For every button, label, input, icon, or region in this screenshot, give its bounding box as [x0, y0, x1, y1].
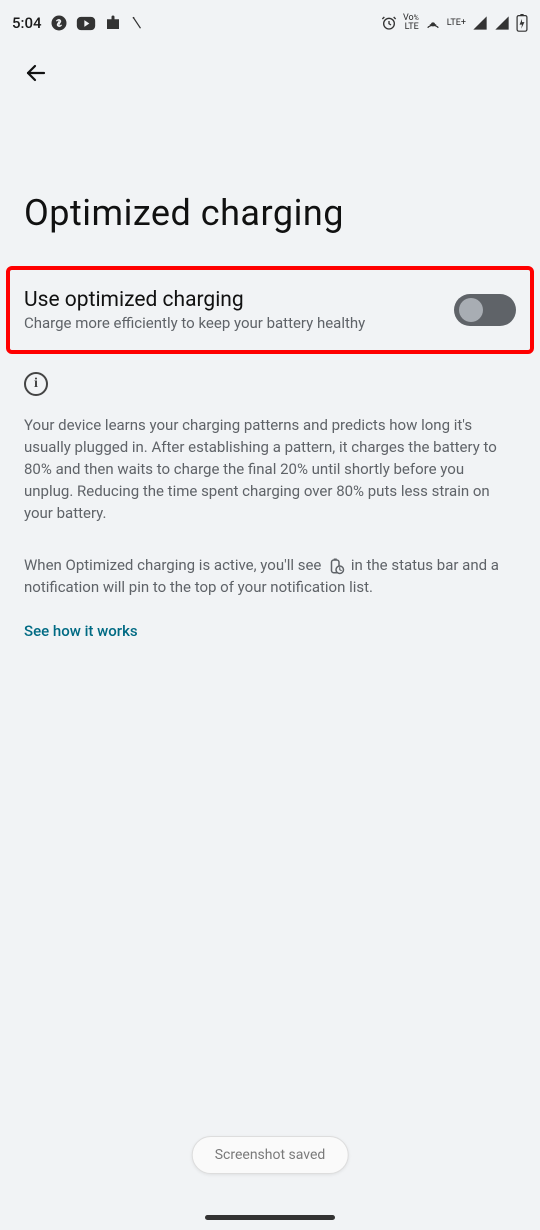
- info-paragraph-1: Your device learns your charging pattern…: [0, 402, 540, 524]
- slash-icon: [130, 16, 144, 30]
- signal-icon-2: [494, 15, 510, 31]
- switch-thumb: [459, 298, 483, 322]
- arrow-back-icon: [24, 61, 48, 88]
- back-button[interactable]: [16, 53, 56, 96]
- info-icon: i: [24, 372, 48, 396]
- shazam-icon: [50, 14, 68, 32]
- toggle-title: Use optimized charging: [24, 288, 365, 312]
- toolbar: [0, 46, 540, 102]
- status-right-group: Vo%LTE LTE+: [381, 14, 528, 32]
- alarm-icon: [381, 15, 397, 31]
- see-how-it-works-link[interactable]: See how it works: [0, 598, 540, 664]
- signal-icon-1: [472, 15, 488, 31]
- screenshot-saved-toast: Screenshot saved: [192, 1136, 349, 1174]
- status-left-group: 5:04: [12, 14, 144, 32]
- highlight-box: Use optimized charging Charge more effic…: [6, 266, 534, 354]
- puzzle-icon: [104, 14, 122, 32]
- status-time: 5:04: [12, 14, 42, 32]
- optimized-charging-statusbar-icon: [327, 557, 345, 575]
- info-paragraph-2a: When Optimized charging is active, you'l…: [24, 556, 325, 574]
- info-icon-row: i: [0, 354, 540, 402]
- optimized-charging-toggle-row[interactable]: Use optimized charging Charge more effic…: [10, 270, 530, 350]
- volte-indicator: Vo%LTE: [403, 14, 419, 32]
- lte-plus-indicator: LTE+: [447, 19, 466, 28]
- status-bar: 5:04 Vo%LTE LTE+: [0, 0, 540, 46]
- battery-icon: [516, 14, 528, 32]
- info-paragraph-2: When Optimized charging is active, you'l…: [0, 542, 540, 598]
- optimized-charging-switch[interactable]: [454, 294, 516, 326]
- hotspot-icon: [425, 15, 441, 31]
- gesture-nav-bar: [205, 1215, 335, 1220]
- youtube-icon: [76, 16, 96, 31]
- page-title: Optimized charging: [0, 102, 540, 266]
- toggle-text-group: Use optimized charging Charge more effic…: [24, 288, 365, 332]
- toggle-description: Charge more efficiently to keep your bat…: [24, 314, 365, 332]
